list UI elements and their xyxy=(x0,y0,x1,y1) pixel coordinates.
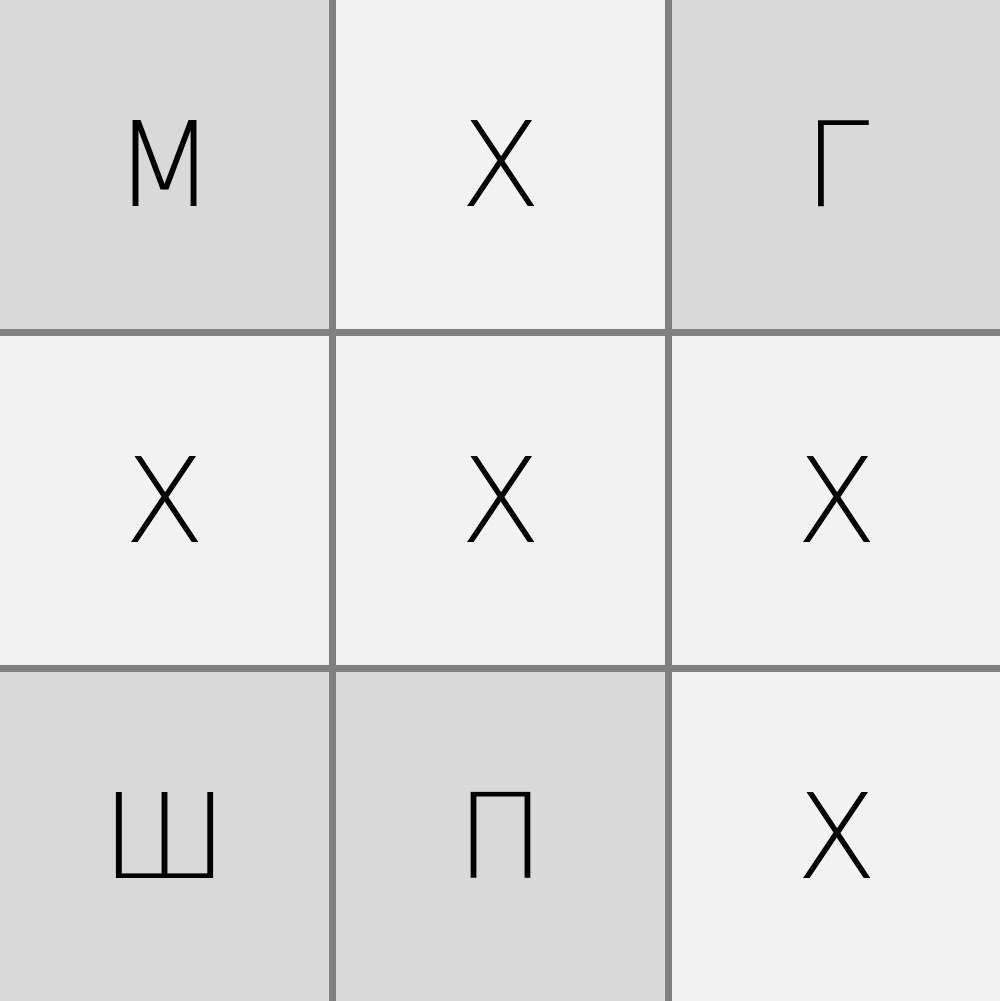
cell-r1-c1[interactable]: М xyxy=(0,0,329,329)
cell-r3-c3[interactable]: Х xyxy=(672,672,1000,1001)
cell-r3-c2[interactable]: П xyxy=(336,672,665,1001)
cell-letter: Х xyxy=(796,431,877,570)
cell-r2-c2[interactable]: Х xyxy=(336,336,665,665)
cell-letter: Х xyxy=(796,767,877,906)
cell-r1-c3[interactable]: Г xyxy=(672,0,1000,329)
cell-letter: Х xyxy=(124,431,205,570)
cell-r3-c1[interactable]: Ш xyxy=(0,672,329,1001)
cell-letter: Ш xyxy=(101,767,228,906)
cell-letter: Х xyxy=(460,431,541,570)
game-board: М Х Г Х Х Х Ш П Х xyxy=(0,0,1000,1001)
cell-r1-c2[interactable]: Х xyxy=(336,0,665,329)
cell-letter: Г xyxy=(803,95,870,234)
cell-letter: П xyxy=(456,767,545,906)
cell-letter: М xyxy=(113,95,216,234)
cell-r2-c3[interactable]: Х xyxy=(672,336,1000,665)
cell-r2-c1[interactable]: Х xyxy=(0,336,329,665)
cell-letter: Х xyxy=(460,95,541,234)
